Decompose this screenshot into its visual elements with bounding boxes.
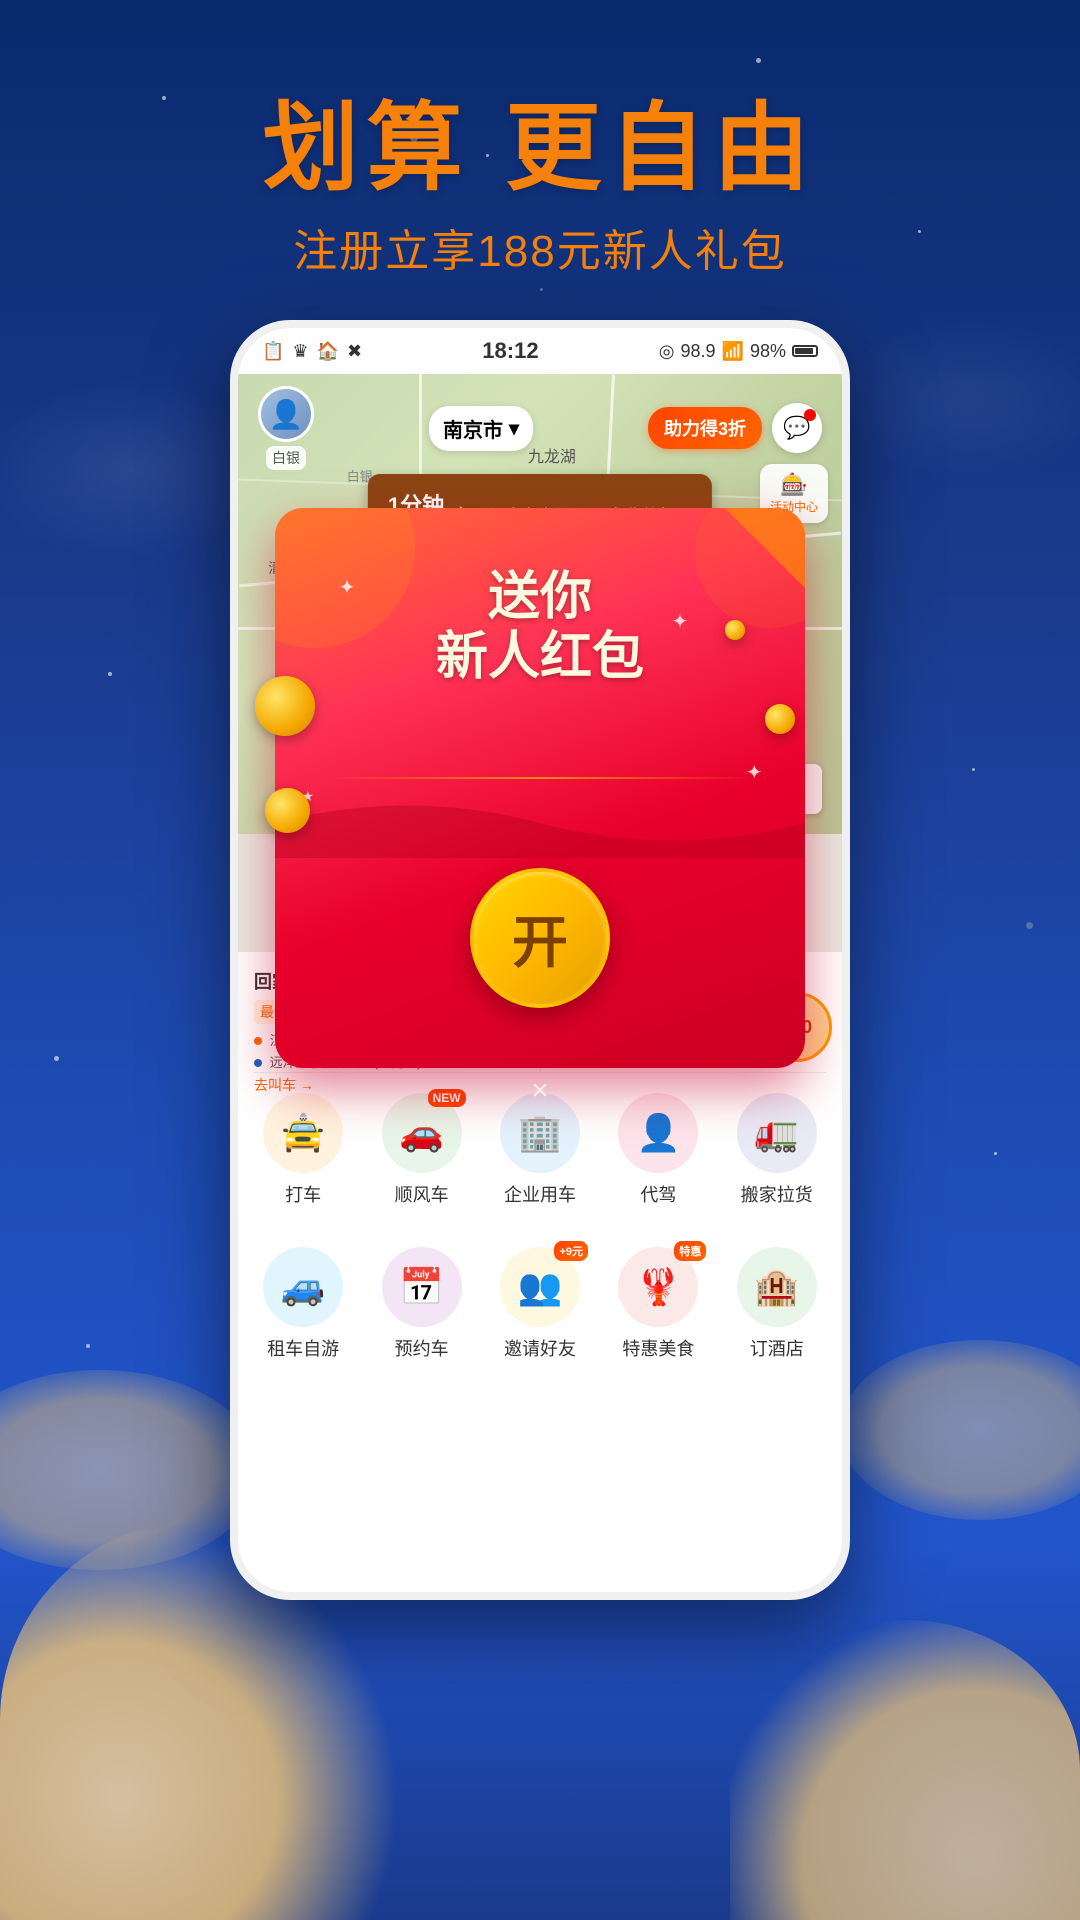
rp-gold-line	[328, 777, 752, 779]
service-item-hotel[interactable]: 🏨 订酒店	[720, 1239, 834, 1369]
redpacket-card[interactable]: ✦ ✦ ✦ ★ 送你 新人红包 开	[275, 508, 805, 1068]
sparkle-2: ✦	[672, 609, 689, 634]
moving-icon: 🚛	[737, 1093, 817, 1173]
redpacket-text: 送你 新人红包	[436, 568, 644, 688]
food-discount-badge: 特惠	[674, 1241, 706, 1261]
status-bar-left: 📋 ♛ 🏠 ✖	[262, 341, 362, 362]
chevron-down-icon: ▾	[509, 416, 519, 441]
signal-strength: 98.9	[680, 341, 715, 362]
open-btn-label: 开	[512, 898, 568, 979]
food-icon: 🦞 特惠	[618, 1247, 698, 1327]
hero-subtitle: 注册立享188元新人礼包	[0, 215, 1080, 279]
book-icon: 📅	[382, 1247, 462, 1327]
status-time: 18:12	[482, 338, 538, 364]
invite-discount-badge: +9元	[554, 1241, 588, 1261]
route-dot-1	[254, 1037, 262, 1045]
location-button[interactable]: 南京市 ▾	[429, 406, 533, 451]
service-item-moving[interactable]: 🚛 搬家拉货	[720, 1085, 834, 1215]
close-button[interactable]: ×	[531, 1074, 549, 1108]
service-item-taxi[interactable]: 🚖 打车	[246, 1085, 360, 1215]
gold-orb-left-top	[255, 676, 315, 736]
user-rank-label: 白银	[266, 446, 306, 470]
rental-icon: 🚙	[263, 1247, 343, 1327]
app-header: 👤 白银 南京市 ▾ 助力得3折 💬	[238, 374, 842, 482]
invite-icon: 👥 +9元	[500, 1247, 580, 1327]
gold-orb-left-bottom	[265, 788, 310, 833]
cloud-mid-right	[840, 1340, 1080, 1520]
status-icon-1: 📋	[262, 341, 284, 362]
service-item-invite[interactable]: 👥 +9元 邀请好友	[483, 1239, 597, 1369]
location-text: 南京市	[443, 414, 503, 443]
battery-level: 98%	[750, 341, 786, 362]
message-dot	[804, 409, 816, 421]
route-dot-2	[254, 1059, 262, 1067]
hero-title: 划算 更自由	[0, 70, 1080, 209]
redpacket-open-button[interactable]: 开	[470, 868, 610, 1008]
location-icon: ◎	[659, 341, 675, 362]
phone-mockup: 📋 ♛ 🏠 ✖ 18:12 ◎ 98.9 📶 98%	[230, 320, 850, 1600]
phone-screen: 📋 ♛ 🏠 ✖ 18:12 ◎ 98.9 📶 98%	[238, 328, 842, 1592]
user-avatar[interactable]: 👤	[258, 386, 314, 442]
gold-orb-right	[765, 704, 795, 734]
wave-decoration-right	[830, 320, 1080, 480]
service-grid-row2: 🚙 租车自游 📅 预约车 👥 +9元 邀请好友 🦞	[238, 1227, 842, 1381]
status-icon-4: ✖	[347, 341, 362, 362]
hotel-icon: 🏨	[737, 1247, 817, 1327]
promo-text: 助力得3折	[664, 419, 746, 439]
sparkle-1: ✦	[339, 575, 356, 600]
service-item-food[interactable]: 🦞 特惠 特惠美食	[601, 1239, 715, 1369]
cloud-bottom-right	[730, 1620, 1080, 1920]
taxi-icon: 🚖	[263, 1093, 343, 1173]
status-bar: 📋 ♛ 🏠 ✖ 18:12 ◎ 98.9 📶 98%	[238, 328, 842, 374]
service-item-rental[interactable]: 🚙 租车自游	[246, 1239, 360, 1369]
redpacket-overlay: ✦ ✦ ✦ ★ 送你 新人红包 开	[275, 508, 805, 1068]
status-bar-right: ◎ 98.9 📶 98%	[659, 341, 818, 362]
rp-wave-separator	[275, 788, 805, 858]
message-button[interactable]: 💬	[772, 403, 822, 453]
wifi-icon: 📶	[722, 341, 744, 362]
service-item-driver[interactable]: 👤 代驾	[601, 1085, 715, 1215]
driver-icon: 👤	[618, 1093, 698, 1173]
service-item-rideshare[interactable]: 🚗 NEW 顺风车	[364, 1085, 478, 1215]
status-icon-2: ♛	[292, 341, 308, 362]
redpacket-line2: 新人红包	[436, 628, 644, 688]
new-badge: NEW	[428, 1089, 466, 1107]
gold-orb-right-small	[725, 620, 745, 640]
status-icon-3: 🏠	[317, 341, 339, 362]
rideshare-icon: 🚗 NEW	[382, 1093, 462, 1173]
redpacket-line1: 送你	[436, 568, 644, 628]
close-icon: ×	[531, 1074, 549, 1107]
promo-badge[interactable]: 助力得3折	[648, 407, 762, 449]
rp-fold	[725, 508, 805, 588]
sparkle-3: ✦	[746, 760, 763, 785]
service-item-book[interactable]: 📅 预约车	[364, 1239, 478, 1369]
route-go-link[interactable]: 去叫车 →	[254, 1075, 524, 1095]
